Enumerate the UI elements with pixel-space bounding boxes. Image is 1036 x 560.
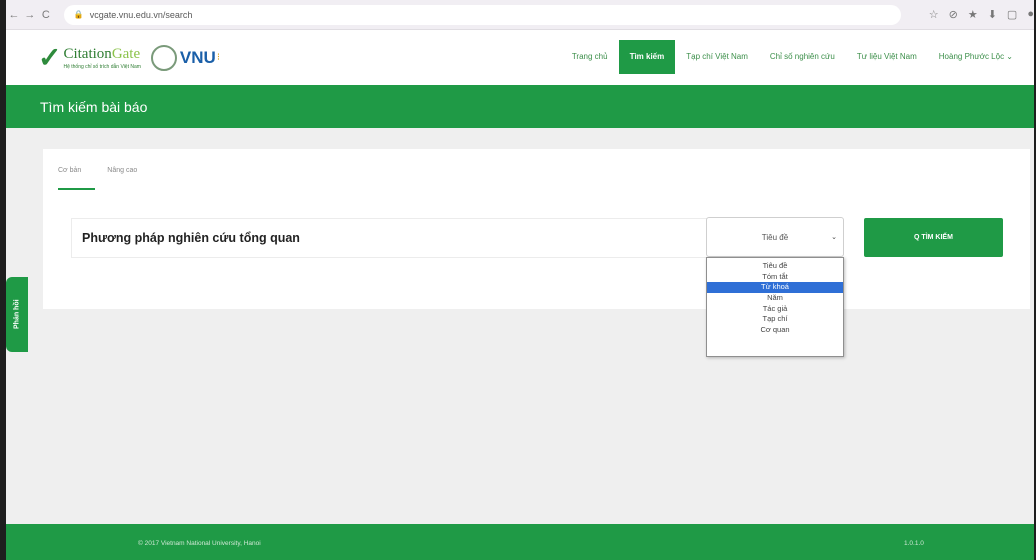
logo-tagline: Hệ thống chỉ số trích dẫn Việt Nam — [63, 63, 141, 70]
option-year[interactable]: Năm — [707, 293, 843, 304]
nav-home[interactable]: Trang chủ — [561, 40, 619, 74]
browser-window: ← → C 🔒 vcgate.vnu.edu.vn/search ☆ ⊘ ★ ⬇… — [0, 0, 1036, 560]
nav-documents[interactable]: Tư liệu Việt Nam — [846, 40, 928, 74]
feedback-tab[interactable]: Phản hồi — [6, 277, 28, 352]
search-field-dropdown: Tiêu đề Tóm tắt Từ khoá Năm Tác giả Tạp … — [706, 257, 844, 357]
search-input[interactable]: Phương pháp nghiên cứu tổng quan — [71, 218, 711, 258]
extension-icon[interactable]: ⊘ — [949, 8, 958, 21]
address-bar[interactable]: 🔒 vcgate.vnu.edu.vn/search — [63, 4, 901, 25]
tab-basic[interactable]: Cơ bản — [58, 167, 96, 190]
nav-user-menu[interactable]: Hoàng Phước Lộc ⌄ — [928, 40, 1024, 74]
forward-icon[interactable]: → — [22, 9, 38, 21]
vnu-label: VNU — [179, 47, 216, 67]
option-author[interactable]: Tác giả — [707, 304, 843, 315]
option-abstract[interactable]: Tóm tắt — [707, 272, 843, 283]
footer-copyright: © 2017 Vietnam National University, Hano… — [138, 540, 261, 547]
nav-search[interactable]: Tìm kiếm — [618, 40, 676, 74]
page-title-band: Tìm kiếm bài báo — [6, 85, 1034, 128]
logo-name: CitationGate — [63, 45, 141, 62]
option-journal[interactable]: Tạp chí — [707, 314, 843, 325]
vnu-dots: ⁝ — [216, 52, 221, 63]
profile-icon[interactable]: ● — [1027, 8, 1034, 21]
search-tabs: Cơ bản Nâng cao — [58, 167, 137, 190]
site-header: ✓ CitationGate Hệ thống chỉ số trích dẫn… — [6, 30, 1034, 85]
option-title[interactable]: Tiêu đề — [707, 261, 843, 272]
page-title: Tìm kiếm bài báo — [40, 98, 148, 115]
favorites-icon[interactable]: ★ — [968, 8, 978, 21]
footer-version: 1.0.1.0 — [904, 540, 924, 547]
tab-advanced[interactable]: Nâng cao — [107, 167, 137, 190]
search-field-select[interactable]: Tiêu đề ⌄ — [706, 217, 844, 257]
site-footer: © 2017 Vietnam National University, Hano… — [6, 524, 1034, 560]
vnu-logo[interactable]: VNU ⁝ — [150, 44, 221, 71]
citationgate-logo[interactable]: ✓ CitationGate Hệ thống chỉ số trích dẫn… — [38, 41, 141, 73]
back-icon[interactable]: ← — [6, 9, 22, 21]
vnu-emblem-icon — [150, 44, 177, 71]
option-institution[interactable]: Cơ quan — [707, 325, 843, 336]
browser-extension-icons: ☆ ⊘ ★ ⬇ ▢ ● — [929, 8, 1034, 21]
nav-research-index[interactable]: Chỉ số nghiên cứu — [759, 40, 846, 74]
chevron-down-icon: ⌄ — [831, 234, 837, 241]
reload-icon[interactable]: C — [38, 9, 54, 21]
checkmark-logo-icon: ✓ — [38, 41, 62, 73]
nav-journals[interactable]: Tạp chí Việt Nam — [675, 40, 759, 74]
download-icon[interactable]: ⬇ — [988, 8, 997, 21]
search-card: Cơ bản Nâng cao Phương pháp nghiên cứu t… — [43, 149, 1030, 309]
main-nav: Trang chủ Tìm kiếm Tạp chí Việt Nam Chỉ … — [561, 40, 1024, 74]
browser-toolbar: ← → C 🔒 vcgate.vnu.edu.vn/search ☆ ⊘ ★ ⬇… — [6, 0, 1034, 30]
option-keyword[interactable]: Từ khoá — [707, 282, 843, 294]
bookmark-star-icon[interactable]: ☆ — [929, 8, 939, 21]
select-value: Tiêu đề — [761, 232, 789, 242]
tab-icon[interactable]: ▢ — [1007, 8, 1017, 21]
url-text: vcgate.vnu.edu.vn/search — [89, 9, 193, 20]
search-button[interactable]: Q TÌM KIẾM — [864, 218, 1003, 257]
lock-icon: 🔒 — [73, 10, 84, 19]
